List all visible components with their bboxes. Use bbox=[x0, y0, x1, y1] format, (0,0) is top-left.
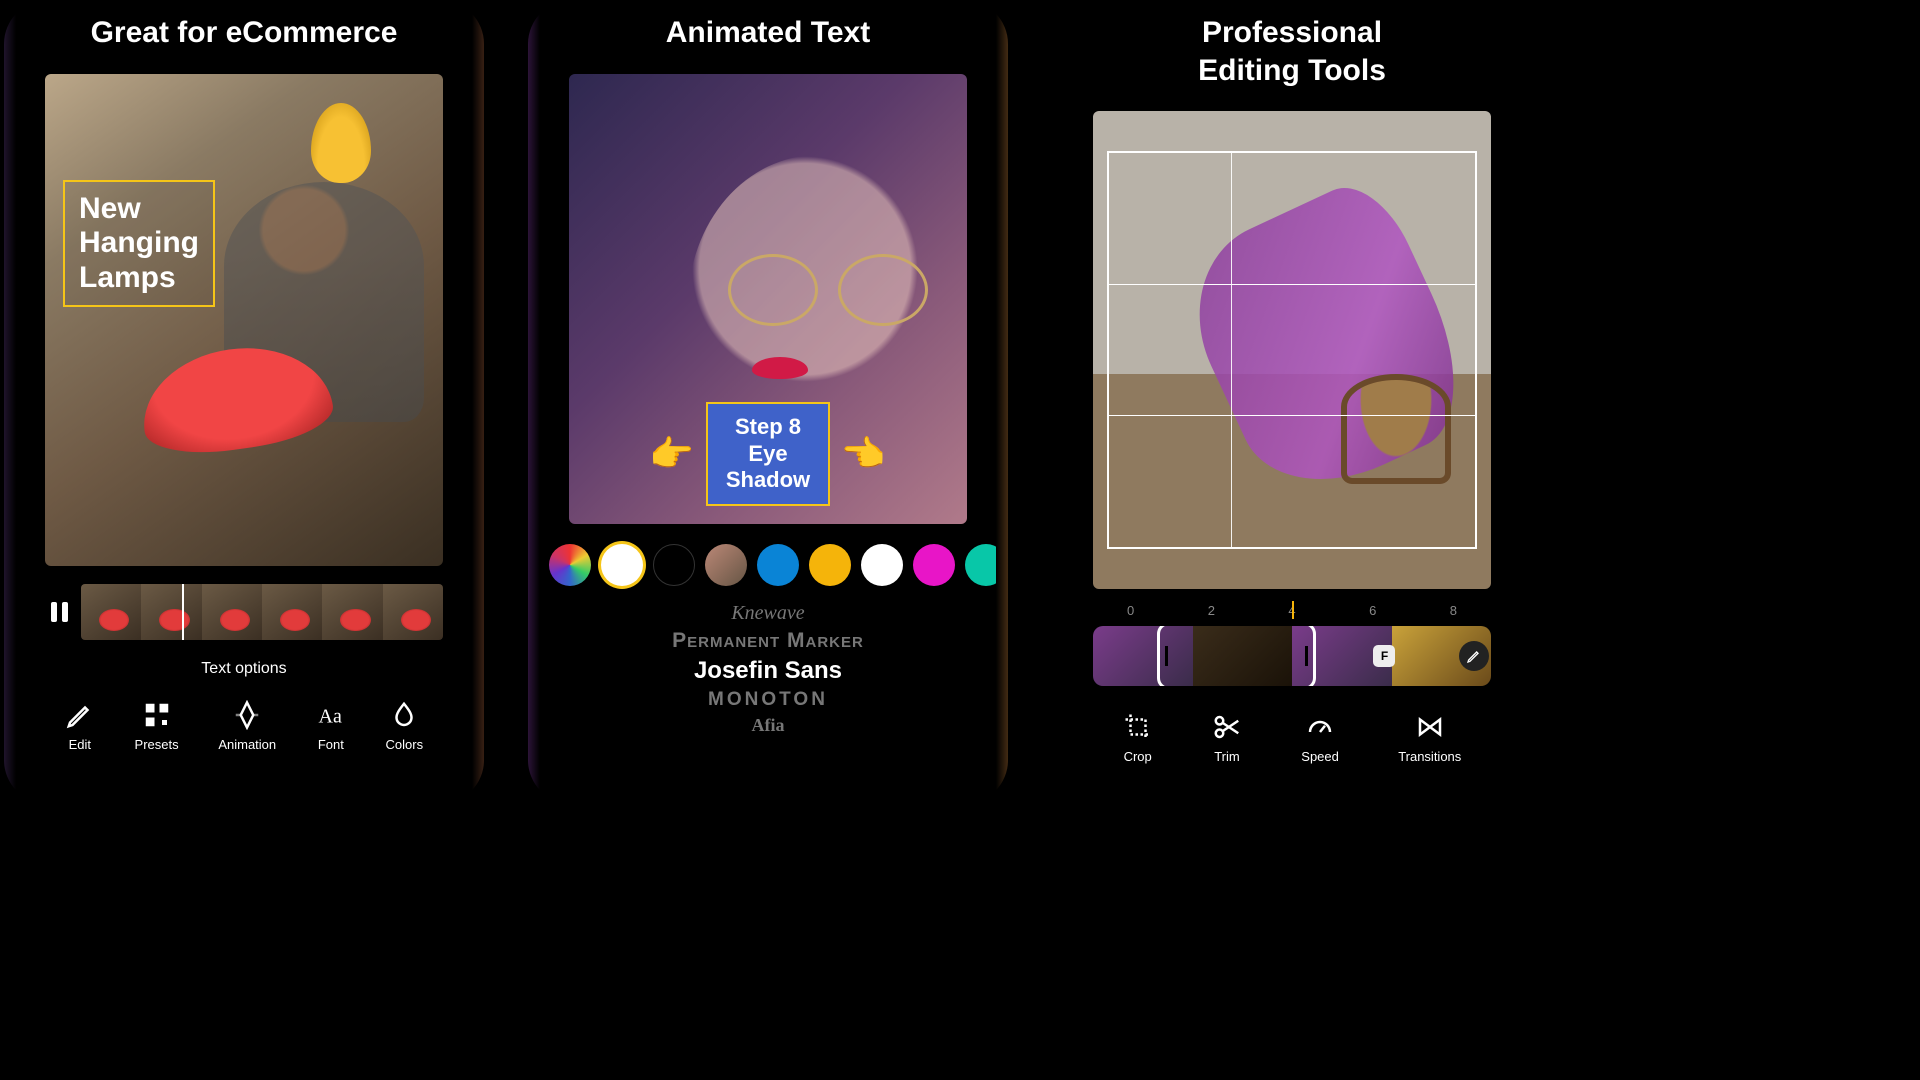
tool-label: Presets bbox=[135, 737, 179, 752]
playhead[interactable] bbox=[182, 584, 184, 640]
font-icon: Aa bbox=[316, 700, 346, 730]
pencil-icon bbox=[65, 700, 95, 730]
font-option-josefin-sans-selected[interactable]: Josefin Sans bbox=[694, 657, 842, 685]
playhead-marker[interactable] bbox=[1292, 601, 1294, 619]
clip-strip[interactable]: F bbox=[1093, 626, 1491, 686]
tool-label: Animation bbox=[218, 737, 276, 752]
tool-label: Transitions bbox=[1398, 749, 1461, 764]
presets-icon bbox=[142, 700, 172, 730]
swatch-blue[interactable] bbox=[757, 544, 799, 586]
section-label: Text options bbox=[201, 660, 286, 678]
font-option-afia[interactable]: Afia bbox=[751, 715, 784, 736]
tool-crop[interactable]: Crop bbox=[1123, 712, 1153, 764]
ruler-tick: 6 bbox=[1369, 603, 1376, 618]
swatch-yellow[interactable] bbox=[809, 544, 851, 586]
hanging-lamp-graphic bbox=[311, 103, 371, 183]
ruler-tick: 0 bbox=[1127, 603, 1134, 618]
swatch-multicolor[interactable] bbox=[549, 544, 591, 586]
timeline bbox=[45, 584, 443, 640]
swatch-white[interactable] bbox=[861, 544, 903, 586]
tool-transitions[interactable]: Transitions bbox=[1398, 712, 1461, 764]
overlay-line1: Step 8 bbox=[726, 414, 810, 440]
tool-edit[interactable]: Edit bbox=[65, 700, 95, 752]
video-preview[interactable]: New Hanging Lamps bbox=[45, 74, 443, 566]
tool-colors[interactable]: Colors bbox=[386, 700, 424, 752]
swatch-black[interactable] bbox=[653, 544, 695, 586]
svg-text:Aa: Aa bbox=[318, 705, 341, 727]
tool-font[interactable]: Aa Font bbox=[316, 700, 346, 752]
pointer-right-icon: 👉 bbox=[649, 433, 694, 475]
swatch-gradient[interactable] bbox=[705, 544, 747, 586]
screenshot-animated-text: Animated Text 👉 Step 8 Eye Shadow 👉 Knew… bbox=[528, 0, 1008, 804]
lips-graphic bbox=[752, 357, 808, 379]
drop-icon bbox=[389, 700, 419, 730]
font-option-monoton[interactable]: MONOTON bbox=[708, 689, 828, 711]
gauge-icon bbox=[1305, 712, 1335, 742]
tool-label: Font bbox=[318, 737, 344, 752]
screenshot-ecommerce: Great for eCommerce New Hanging Lamps Te… bbox=[4, 0, 484, 804]
text-overlay-content: New Hanging Lamps bbox=[79, 192, 199, 294]
panel-title: Great for eCommerce bbox=[91, 14, 398, 52]
tool-label: Crop bbox=[1124, 749, 1152, 764]
color-swatches bbox=[549, 544, 987, 586]
font-option-permanent-marker[interactable]: Permanent Marker bbox=[672, 629, 864, 653]
tool-label: Edit bbox=[69, 737, 91, 752]
ruler-tick: 8 bbox=[1450, 603, 1457, 618]
tool-speed[interactable]: Speed bbox=[1301, 712, 1339, 764]
scissors-icon bbox=[1212, 712, 1242, 742]
edit-clip-button[interactable] bbox=[1459, 641, 1489, 671]
crop-icon bbox=[1123, 712, 1153, 742]
time-ruler[interactable]: 0 2 4 6 8 bbox=[1093, 603, 1491, 618]
font-option-knewave[interactable]: Knewave bbox=[731, 602, 804, 625]
edit-toolbar: Crop Trim Speed Transitions bbox=[1093, 712, 1491, 764]
pause-button[interactable] bbox=[45, 598, 73, 626]
clip-strip[interactable] bbox=[81, 584, 443, 640]
next-peek bbox=[996, 0, 1008, 804]
panel-title: Professional Editing Tools bbox=[1198, 14, 1386, 89]
pointer-left-icon: 👉 bbox=[842, 433, 887, 475]
video-preview[interactable] bbox=[1093, 111, 1491, 589]
animation-icon bbox=[232, 700, 262, 730]
next-peek bbox=[472, 0, 484, 804]
crop-frame[interactable] bbox=[1107, 151, 1477, 549]
text-overlay-group: 👉 Step 8 Eye Shadow 👉 bbox=[649, 402, 887, 505]
tool-label: Speed bbox=[1301, 749, 1339, 764]
text-overlay[interactable]: Step 8 Eye Shadow bbox=[706, 402, 830, 505]
tool-animation[interactable]: Animation bbox=[218, 700, 276, 752]
overlay-line2: Eye Shadow bbox=[726, 441, 810, 494]
swatch-white-selected[interactable] bbox=[601, 544, 643, 586]
tool-presets[interactable]: Presets bbox=[135, 700, 179, 752]
trim-selection[interactable] bbox=[1157, 626, 1316, 686]
glasses-graphic bbox=[728, 254, 928, 324]
screenshot-editing-tools: Professional Editing Tools 0 2 4 6 8 F C… bbox=[1052, 0, 1532, 804]
font-list: Knewave Permanent Marker Josefin Sans MO… bbox=[672, 602, 864, 736]
swatch-magenta[interactable] bbox=[913, 544, 955, 586]
tool-label: Trim bbox=[1214, 749, 1240, 764]
prev-peek bbox=[528, 0, 540, 804]
transitions-icon bbox=[1415, 712, 1445, 742]
frame-badge[interactable]: F bbox=[1373, 645, 1395, 667]
prev-peek bbox=[4, 0, 16, 804]
pencil-icon bbox=[1466, 648, 1482, 664]
tool-label: Colors bbox=[386, 737, 424, 752]
video-preview[interactable]: 👉 Step 8 Eye Shadow 👉 bbox=[569, 74, 967, 524]
text-overlay[interactable]: New Hanging Lamps bbox=[63, 180, 215, 308]
ruler-tick: 2 bbox=[1208, 603, 1215, 618]
panel-title: Animated Text bbox=[666, 14, 870, 52]
text-toolbar: Edit Presets Animation Aa Font Colors bbox=[45, 700, 443, 752]
tool-trim[interactable]: Trim bbox=[1212, 712, 1242, 764]
